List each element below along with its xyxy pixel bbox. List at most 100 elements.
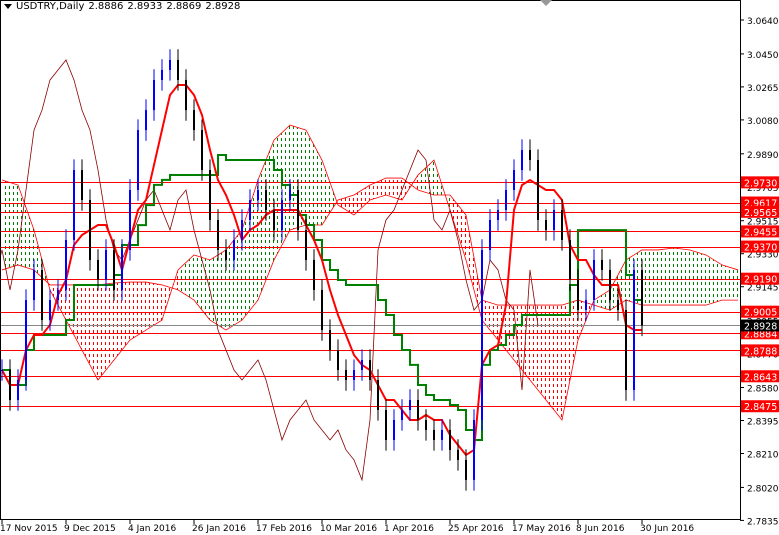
candle-body xyxy=(513,170,515,191)
candle-body xyxy=(201,130,203,171)
candle-body xyxy=(505,190,507,210)
dropdown-triangle-icon[interactable] xyxy=(4,3,12,9)
candle-body xyxy=(609,269,611,301)
candle-body xyxy=(441,429,443,440)
price-chart[interactable]: 3.06403.04503.02653.00802.98902.97052.95… xyxy=(0,0,779,535)
chart-header: USDTRY,Daily 2.8886 2.8933 2.8869 2.8928 xyxy=(4,1,244,12)
candle-body xyxy=(553,209,555,230)
candle-body xyxy=(369,360,371,381)
candle-body xyxy=(193,110,195,131)
candle-body xyxy=(393,419,395,440)
candle-body xyxy=(17,380,19,400)
symbol-label: USDTRY,Daily xyxy=(16,1,85,12)
y-tick-label: 3.0450 xyxy=(747,51,779,61)
chart-shift-marker-icon[interactable] xyxy=(540,0,552,6)
candle-body xyxy=(25,300,27,381)
candle-body xyxy=(305,229,307,260)
candle-body xyxy=(617,300,619,311)
candle-body xyxy=(353,370,355,381)
candle-body xyxy=(313,259,315,290)
level-label: 2.9370 xyxy=(744,243,777,254)
cloud-segment-bearish xyxy=(338,195,354,215)
candle-body xyxy=(401,409,403,420)
candle-body xyxy=(281,200,283,230)
y-tick-label: 2.8020 xyxy=(747,484,779,494)
candle-body xyxy=(593,259,595,301)
candle-body xyxy=(289,190,291,201)
level-label: 2.8788 xyxy=(744,346,777,357)
candle-body xyxy=(377,380,379,410)
candle-body xyxy=(49,300,51,321)
cloud-segment-bearish xyxy=(98,282,114,381)
time-axis[interactable]: 17 Nov 2015 9 Dec 2015 4 Jan 2016 26 Jan 20… xyxy=(0,520,694,534)
candle-body xyxy=(241,219,243,240)
candle-body xyxy=(121,249,123,290)
candle-body xyxy=(537,160,539,220)
candle-body xyxy=(417,399,419,420)
cloud-segment-bearish xyxy=(146,282,162,331)
candle-body xyxy=(113,249,115,290)
candle-body xyxy=(641,269,643,326)
candle-body xyxy=(257,190,259,201)
cloud-segment-bullish xyxy=(322,160,338,225)
x-tick-label: 9 Dec 2015 xyxy=(64,524,116,534)
candle-body xyxy=(209,170,211,220)
candle-body xyxy=(561,209,563,240)
indicator-lines xyxy=(0,59,642,482)
cloud-segment-bullish xyxy=(706,254,722,306)
cloud-segment-bullish xyxy=(418,160,434,196)
level-label: 2.9005 xyxy=(744,308,777,319)
candle-body xyxy=(601,259,603,270)
y-tick-label: 3.0080 xyxy=(747,117,779,127)
y-tick-label: 3.0265 xyxy=(747,84,779,94)
candle-body xyxy=(129,190,131,250)
candle-body xyxy=(473,419,475,480)
candle-body xyxy=(481,249,483,420)
candle-body xyxy=(385,409,387,440)
cloud-segment-bullish xyxy=(674,247,690,306)
candle-body xyxy=(265,190,267,210)
candle-body xyxy=(545,219,547,230)
x-tick-label: 8 Jun 2016 xyxy=(576,524,625,534)
x-tick-label: 4 Jan 2016 xyxy=(128,524,176,534)
candle-body xyxy=(361,360,363,371)
level-label: 2.9730 xyxy=(744,178,777,189)
candle-body xyxy=(65,239,67,290)
x-tick-label: 17 May 2016 xyxy=(512,524,571,534)
candle-body xyxy=(1,370,3,372)
candle-body xyxy=(225,249,227,260)
ohlc-low: 2.8869 xyxy=(166,1,202,12)
cloud-segment-bullish xyxy=(18,185,34,270)
cloud-segment-bullish xyxy=(722,264,738,301)
candle-body xyxy=(217,219,219,250)
candle-body xyxy=(273,209,275,230)
candle-body xyxy=(105,249,107,280)
candle-body xyxy=(577,279,579,311)
y-tick-label: 2.9890 xyxy=(747,151,779,161)
level-label: 2.9455 xyxy=(744,227,777,238)
candle-body xyxy=(177,59,179,80)
price-axis[interactable]: 3.06403.04503.02653.00802.98902.97052.95… xyxy=(740,17,779,527)
level-labels: 2.97302.96172.95652.94552.93702.91902.90… xyxy=(741,176,779,413)
candle-body xyxy=(297,190,299,230)
candle-body xyxy=(633,269,635,391)
cloud-segment-bullish xyxy=(178,254,194,301)
candle-body xyxy=(153,79,155,111)
candle-body xyxy=(569,239,571,280)
y-tick-label: 2.7835 xyxy=(747,517,779,527)
x-tick-label: 25 Apr 2016 xyxy=(448,524,504,534)
x-tick-label: 17 Nov 2015 xyxy=(0,524,58,534)
candle-body xyxy=(33,269,35,301)
current-price-label: 2.8928 xyxy=(744,322,777,333)
candle-body xyxy=(585,300,587,311)
candle-body xyxy=(345,370,347,381)
candle-body xyxy=(9,370,11,400)
candle-body xyxy=(409,399,411,410)
candle-body xyxy=(457,449,459,460)
candle-body xyxy=(41,269,43,321)
candle-body xyxy=(529,150,531,161)
level-label: 2.8643 xyxy=(744,372,777,383)
candle-body xyxy=(425,419,427,430)
level-label: 2.9565 xyxy=(744,208,777,219)
x-tick-label: 26 Jan 2016 xyxy=(192,524,246,534)
